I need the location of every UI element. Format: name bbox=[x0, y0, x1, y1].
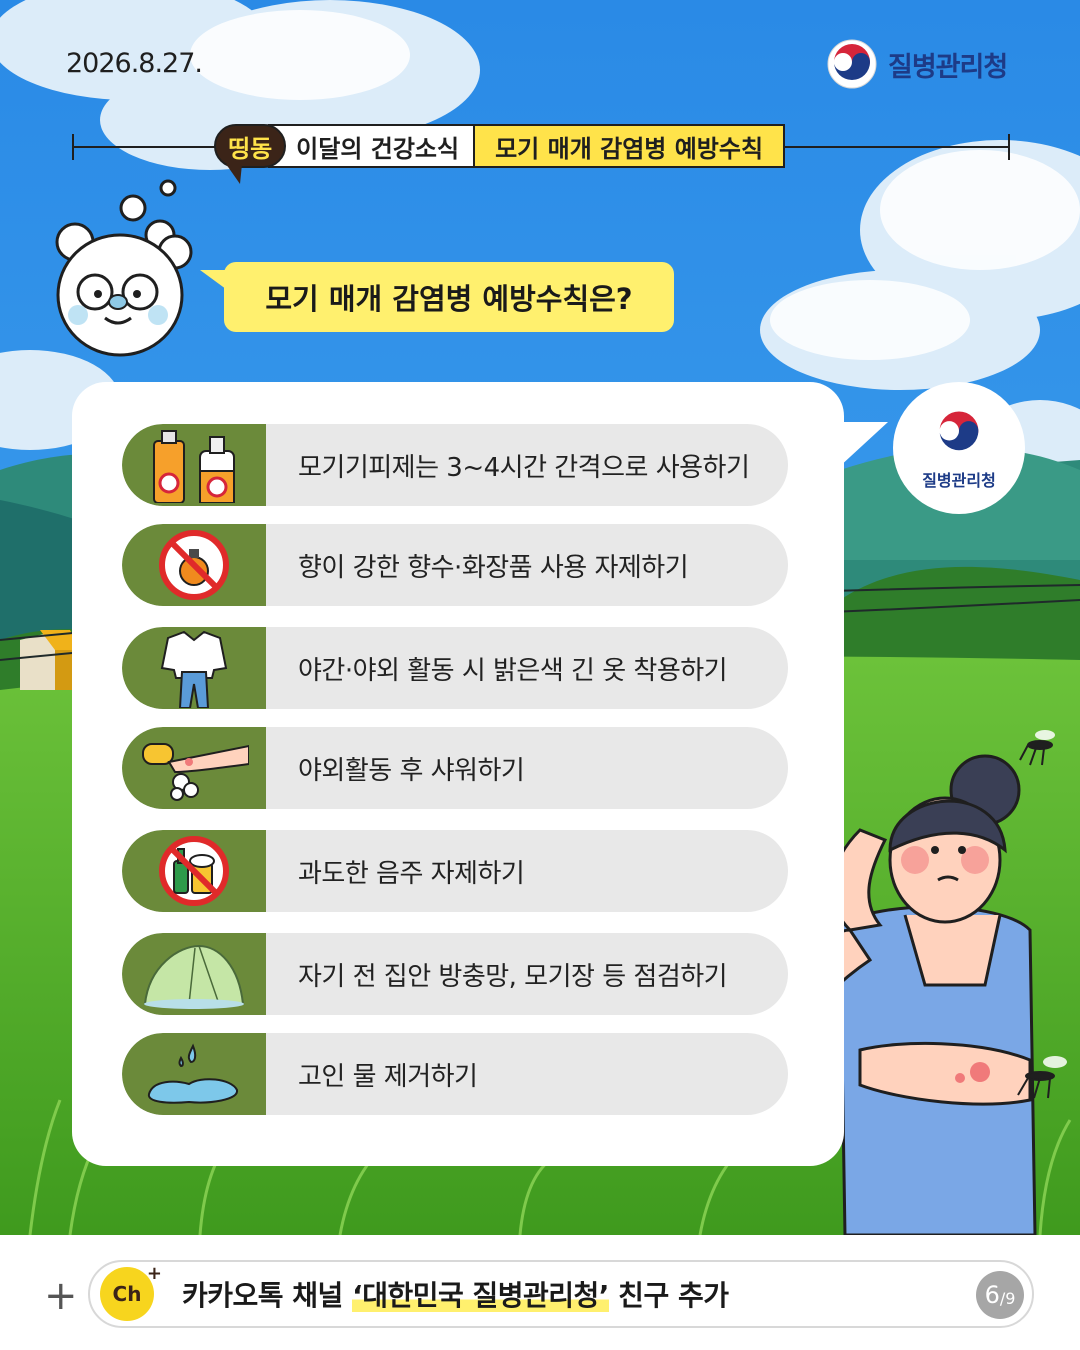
repellent-spray-icon bbox=[153, 430, 235, 503]
taegeuk-emblem-icon bbox=[939, 411, 979, 451]
post-date: 2026.8.27. bbox=[66, 48, 203, 79]
rule-text: 고인 물 제거하기 bbox=[298, 1061, 478, 1092]
channel-message: 카카오톡 채널 ‘대한민국 질병관리청’ 친구 추가 bbox=[182, 1274, 729, 1314]
message-suffix: 친구 추가 bbox=[608, 1279, 729, 1312]
mosquito-net-icon bbox=[143, 944, 245, 1009]
rule-item: 향이 강한 향수·화장품 사용 자제하기 bbox=[122, 524, 788, 606]
rule-text: 모기기피제는 3~4시간 간격으로 사용하기 bbox=[298, 452, 750, 483]
topic-title: 모기 매개 감염병 예방수칙 bbox=[475, 124, 786, 168]
message-highlight: ‘대한민국 질병관리청’ bbox=[352, 1279, 609, 1312]
page-current: 6 bbox=[984, 1281, 1000, 1309]
message-prefix: 카카오톡 채널 bbox=[182, 1279, 353, 1312]
series-title: 이달의 건강소식 bbox=[268, 124, 476, 168]
rule-item: 과도한 음주 자제하기 bbox=[122, 830, 788, 912]
rule-text: 자기 전 집안 방충망, 모기장 등 점검하기 bbox=[298, 961, 728, 992]
rule-item: 모기기피제는 3~4시간 간격으로 사용하기 bbox=[122, 424, 788, 506]
channel-badge-plus: + bbox=[146, 1263, 162, 1284]
channel-badge-text: Ch bbox=[112, 1282, 142, 1306]
no-perfume-icon bbox=[159, 530, 229, 600]
rule-text: 향이 강한 향수·화장품 사용 자제하기 bbox=[298, 552, 689, 583]
page-indicator: 6/9 bbox=[976, 1271, 1024, 1319]
rule-item: 자기 전 집안 방충망, 모기장 등 점검하기 bbox=[122, 933, 788, 1015]
rule-text: 과도한 음주 자제하기 bbox=[298, 858, 525, 889]
water-puddle-icon bbox=[147, 1043, 238, 1104]
shower-soap-icon bbox=[142, 743, 249, 801]
long-clothes-icon bbox=[160, 630, 228, 708]
agency-name: 질병관리청 bbox=[888, 51, 1008, 83]
kakao-channel-add-button[interactable]: Ch + 카카오톡 채널 ‘대한민국 질병관리청’ 친구 추가 6/9 bbox=[88, 1260, 1034, 1328]
taegeuk-emblem-icon bbox=[827, 39, 877, 89]
kakao-channel-icon: Ch + bbox=[100, 1263, 162, 1321]
series-banner: 띵동 이달의 건강소식 모기 매개 감염병 예방수칙 bbox=[214, 124, 786, 184]
no-alcohol-icon bbox=[159, 836, 229, 906]
agency-seal: 질병관리청 bbox=[893, 382, 1025, 514]
rule-item: 고인 물 제거하기 bbox=[122, 1033, 788, 1115]
rule-text: 야간·야외 활동 시 밝은색 긴 옷 착용하기 bbox=[298, 655, 728, 686]
rule-item: 야외활동 후 샤워하기 bbox=[122, 727, 788, 809]
page-total: /9 bbox=[999, 1288, 1016, 1308]
question-bubble: 모기 매개 감염병 예방수칙은? bbox=[200, 262, 674, 332]
add-friend-plus-icon[interactable]: + bbox=[44, 1276, 78, 1316]
agency-logo: 질병관리청 bbox=[826, 38, 1008, 90]
seal-label: 질병관리청 bbox=[922, 471, 996, 490]
rule-text: 야외활동 후 샤워하기 bbox=[298, 755, 525, 786]
rule-item: 야간·야외 활동 시 밝은색 긴 옷 착용하기 bbox=[122, 627, 788, 709]
ding-tag: 띵동 bbox=[214, 124, 287, 184]
